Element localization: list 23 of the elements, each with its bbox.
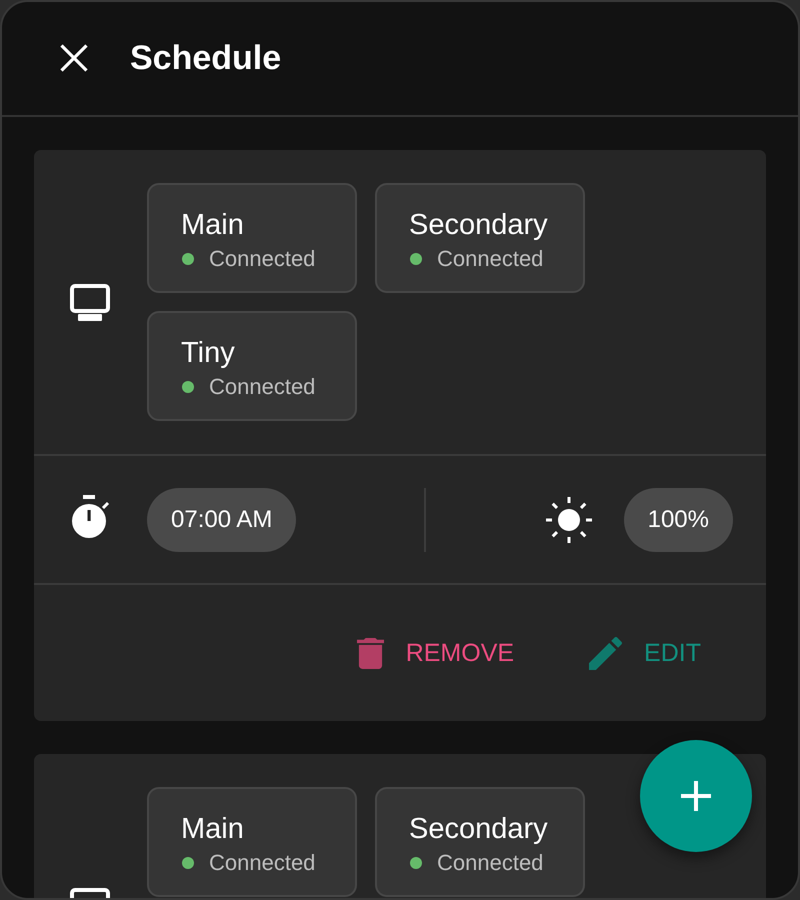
stopwatch-icon [70, 494, 110, 538]
device-status: Connected [437, 245, 544, 273]
device-name: Secondary [409, 208, 549, 243]
device-status: Connected [209, 849, 316, 877]
trash-icon [356, 638, 384, 668]
brightness-value: 100% [624, 488, 733, 552]
device-status: Connected [437, 849, 544, 877]
monitor-icon [70, 284, 110, 321]
pencil-icon [589, 636, 622, 670]
brightness-icon [546, 496, 592, 542]
close-icon [60, 44, 88, 72]
device-status: Connected [209, 245, 316, 273]
device-status: Connected [209, 373, 316, 401]
device-name: Tiny [181, 336, 236, 371]
plus-icon [681, 781, 711, 811]
remove-button[interactable]: REMOVE [340, 626, 530, 680]
window-title: Schedule [130, 38, 282, 78]
time-value: 07:00 AM [147, 488, 296, 552]
device-name: Main [181, 208, 245, 243]
device-name: Main [181, 812, 245, 847]
device-name: Secondary [409, 812, 549, 847]
close-button[interactable] [58, 42, 90, 74]
edit-button[interactable]: EDIT [573, 624, 717, 682]
